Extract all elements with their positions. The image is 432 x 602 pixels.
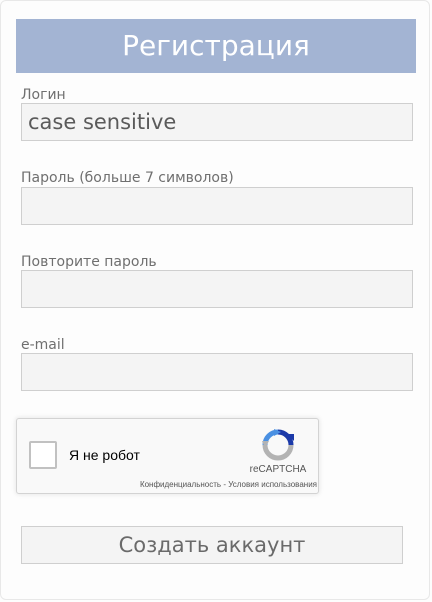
recaptcha-links: Конфиденциальность - Условия использован… [117, 480, 317, 489]
recaptcha-privacy-link[interactable]: Конфиденциальность [140, 480, 221, 489]
password-repeat-label: Повторите пароль [21, 254, 157, 270]
recaptcha-brand: reCAPTCHA [249, 464, 307, 475]
create-account-button[interactable]: Создать аккаунт [21, 526, 403, 564]
email-input[interactable] [21, 353, 413, 391]
recaptcha-checkbox[interactable] [29, 441, 57, 469]
email-label: e-mail [21, 337, 65, 353]
password-repeat-input[interactable] [21, 270, 413, 308]
page-title: Регистрация [16, 19, 416, 73]
login-input[interactable] [21, 103, 413, 141]
login-label: Логин [21, 87, 66, 103]
password-label: Пароль (больше 7 символов) [21, 170, 234, 186]
recaptcha-label: Я не робот [69, 447, 140, 463]
password-input[interactable] [21, 187, 413, 225]
recaptcha-terms-link[interactable]: Условия использования [228, 480, 317, 489]
recaptcha-logo-icon [262, 429, 294, 461]
recaptcha-widget: Я не робот reCAPTCHA Конфиденциальность … [16, 418, 319, 494]
